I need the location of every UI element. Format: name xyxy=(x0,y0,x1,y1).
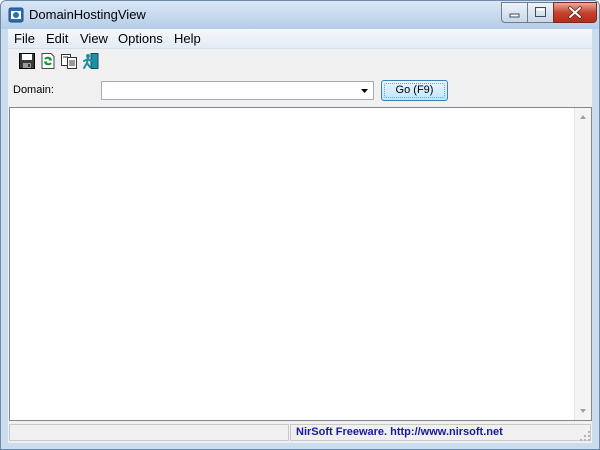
menu-edit[interactable]: Edit xyxy=(46,31,68,46)
refresh-icon[interactable] xyxy=(39,52,57,70)
minimize-icon xyxy=(509,13,520,18)
resize-grip-icon[interactable] xyxy=(579,430,591,442)
scroll-up-icon[interactable] xyxy=(575,110,591,124)
save-icon[interactable] xyxy=(18,52,36,70)
chevron-down-icon[interactable] xyxy=(357,83,372,98)
status-bar: NirSoft Freeware. http://www.nirsoft.net xyxy=(8,422,592,443)
menu-bar: File Edit View Options Help xyxy=(8,29,592,49)
minimize-button[interactable] xyxy=(501,2,528,23)
title-bar[interactable]: DomainHostingView xyxy=(1,1,599,29)
domain-input[interactable] xyxy=(104,83,354,98)
domain-combobox[interactable] xyxy=(101,81,374,100)
maximize-button[interactable] xyxy=(527,2,554,23)
copy-icon[interactable] xyxy=(60,52,78,70)
close-icon xyxy=(568,6,582,19)
status-pane-left xyxy=(9,424,289,441)
menu-view[interactable]: View xyxy=(80,31,108,46)
results-list[interactable] xyxy=(9,107,592,421)
toolbar xyxy=(8,49,592,74)
close-button[interactable] xyxy=(553,2,597,23)
status-credit[interactable]: NirSoft Freeware. http://www.nirsoft.net xyxy=(296,426,503,438)
client-area: File Edit View Options Help Domain: Go (… xyxy=(8,29,592,443)
window-title: DomainHostingView xyxy=(29,7,146,22)
menu-help[interactable]: Help xyxy=(174,31,201,46)
maximize-icon xyxy=(535,7,546,17)
scroll-down-icon[interactable] xyxy=(575,404,591,418)
exit-icon[interactable] xyxy=(82,52,100,70)
go-button[interactable]: Go (F9) xyxy=(381,80,448,101)
app-icon xyxy=(8,7,24,23)
domain-label: Domain: xyxy=(13,84,54,96)
menu-options[interactable]: Options xyxy=(118,31,163,46)
menu-file[interactable]: File xyxy=(14,31,35,46)
vertical-scrollbar[interactable] xyxy=(574,108,591,420)
app-window: DomainHostingView File Edit View Options xyxy=(0,0,600,450)
